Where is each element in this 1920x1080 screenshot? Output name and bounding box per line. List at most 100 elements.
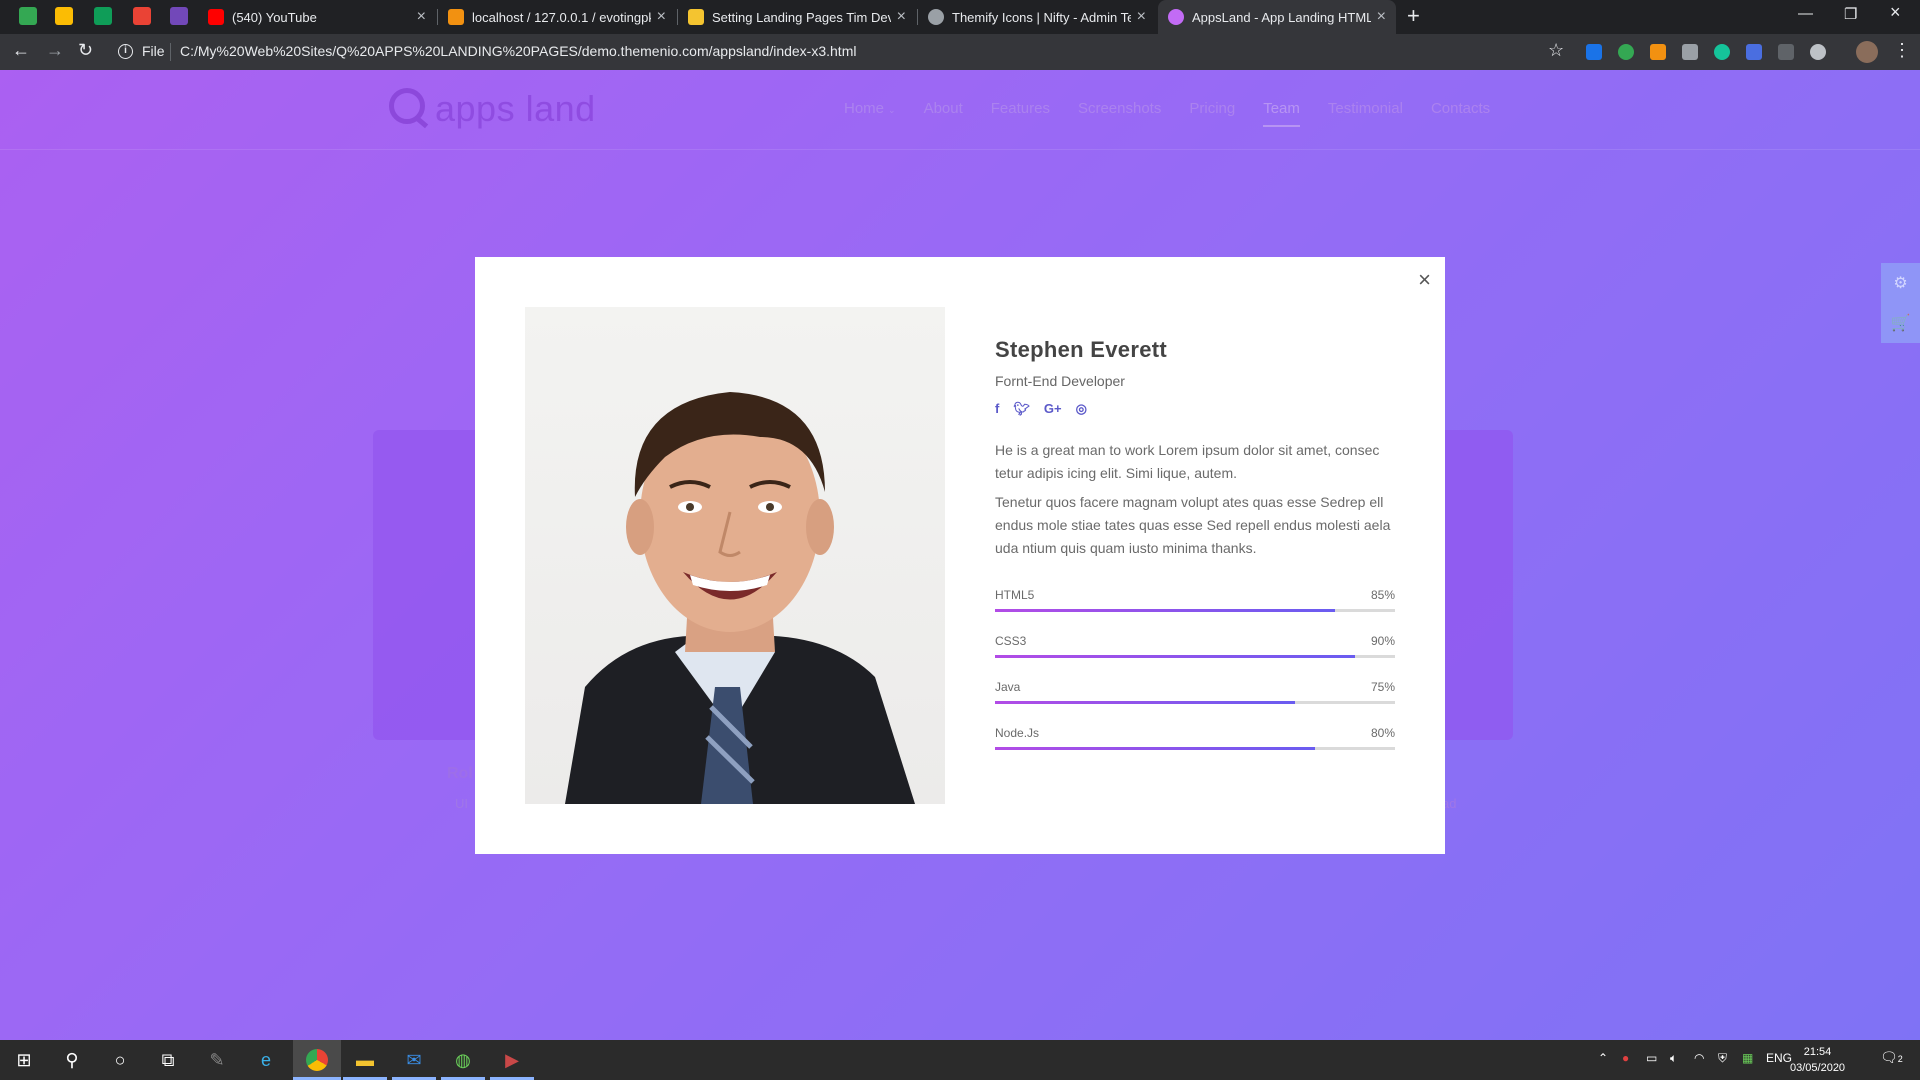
back-button[interactable]: ← xyxy=(12,40,30,61)
browser-tab-strip: (540) YouTube × localhost / 127.0.0.1 / … xyxy=(0,0,1920,34)
settings-gear-icon[interactable]: ⚙ xyxy=(1881,263,1920,303)
google-plus-icon[interactable]: G+ xyxy=(1044,401,1062,417)
pinned-tab-forms[interactable] xyxy=(170,7,188,25)
clock[interactable]: 21:54 03/05/2020 xyxy=(1790,1044,1845,1076)
skill-bar-track xyxy=(995,655,1395,658)
pinned-tab-sheets[interactable] xyxy=(19,7,37,25)
cortana-icon[interactable]: ○ xyxy=(108,1048,132,1072)
chrome-icon[interactable] xyxy=(305,1048,329,1072)
download-extension-icon[interactable] xyxy=(1746,44,1762,60)
tab-title: Themify Icons | Nifty - Admin Ter xyxy=(952,9,1131,25)
media-player-icon[interactable]: ▶ xyxy=(500,1048,524,1072)
skill-name: Node.Js xyxy=(995,726,1040,740)
globe-icon xyxy=(928,9,944,25)
extension-grey-icon[interactable] xyxy=(1682,44,1698,60)
url-field[interactable]: C:/My%20Web%20Sites/Q%20APPS%20LANDING%2… xyxy=(180,43,856,59)
extension-off-icon[interactable] xyxy=(1650,44,1666,60)
info-icon[interactable]: i xyxy=(118,44,133,59)
search-icon[interactable]: ⚲ xyxy=(60,1048,84,1072)
member-details: Stephen Everett Fornt-End Developer f 🐦︎… xyxy=(995,337,1395,772)
close-tab-icon[interactable]: × xyxy=(897,8,906,26)
mail-icon[interactable]: ✉ xyxy=(402,1048,426,1072)
extension-bulb-icon[interactable] xyxy=(1810,44,1826,60)
extension-dark-icon[interactable] xyxy=(1778,44,1794,60)
tab-themify[interactable]: Themify Icons | Nifty - Admin Ter × xyxy=(918,0,1156,34)
tab-setting-landing[interactable]: Setting Landing Pages Tim Devel × xyxy=(678,0,916,34)
address-separator xyxy=(170,43,171,61)
member-bio-2: Tenetur quos facere magnam volupt ates q… xyxy=(995,494,1391,556)
new-tab-button[interactable]: + xyxy=(1407,3,1420,29)
member-name: Stephen Everett xyxy=(995,337,1167,362)
profile-avatar[interactable] xyxy=(1856,41,1878,63)
extension-green-icon[interactable] xyxy=(1618,44,1634,60)
member-photo xyxy=(525,307,945,804)
appsland-icon xyxy=(1168,9,1184,25)
extension-new-icon[interactable] xyxy=(1586,44,1602,60)
windows-start-icon[interactable]: ⊞ xyxy=(12,1048,36,1072)
skill-bar-fill xyxy=(995,609,1335,612)
volume-icon[interactable]: 🔈︎ xyxy=(1670,1051,1677,1066)
globe-app-icon[interactable]: ◍ xyxy=(451,1048,475,1072)
close-tab-icon[interactable]: × xyxy=(417,8,426,26)
close-icon[interactable]: × xyxy=(1418,267,1431,293)
skills-list: HTML5 85% CSS3 90% Java 75% Node.Js 80% xyxy=(995,588,1395,750)
language-indicator[interactable]: ENG xyxy=(1766,1051,1792,1065)
tab-title: (540) YouTube xyxy=(232,9,317,25)
skill-bar-fill xyxy=(995,747,1315,750)
tab-appsland[interactable]: AppsLand - App Landing HTML T × xyxy=(1158,0,1396,34)
phpmyadmin-icon xyxy=(448,9,464,25)
file-explorer-icon[interactable]: ▬ xyxy=(353,1048,377,1072)
close-tab-icon[interactable]: × xyxy=(1377,8,1386,26)
skill-bar-track xyxy=(995,609,1395,612)
member-role: Fornt-End Developer xyxy=(995,373,1125,389)
facebook-icon[interactable]: f xyxy=(995,401,999,417)
youtube-icon xyxy=(208,9,224,25)
skill-bar-fill xyxy=(995,655,1355,658)
tab-youtube[interactable]: (540) YouTube × xyxy=(198,0,436,34)
tray-chevron-up-icon[interactable]: ⌃ xyxy=(1598,1051,1608,1065)
skill-value: 90% xyxy=(1370,634,1395,648)
pinned-tab-drive[interactable] xyxy=(55,7,73,25)
skill-name: CSS3 xyxy=(995,634,1027,648)
instagram-icon[interactable]: ◎ xyxy=(1076,401,1087,417)
cart-icon[interactable]: 🛒 xyxy=(1881,303,1920,343)
notifications-icon[interactable]: 🗨︎2 xyxy=(1880,1049,1903,1066)
battery-icon[interactable]: ▭ xyxy=(1646,1051,1657,1065)
grammarly-icon[interactable] xyxy=(1714,44,1730,60)
restore-button[interactable]: ❐ xyxy=(1844,5,1857,23)
notification-count: 2 xyxy=(1897,1054,1903,1064)
forward-button[interactable]: → xyxy=(46,40,64,61)
close-window-button[interactable]: × xyxy=(1890,2,1901,23)
skill-bar-fill xyxy=(995,701,1295,704)
skill-name: Java xyxy=(995,680,1021,694)
task-view-icon[interactable]: ⧉ xyxy=(156,1048,180,1072)
security-shield-icon[interactable]: ⛨ xyxy=(1718,1051,1727,1066)
pen-app-icon[interactable]: ✎ xyxy=(205,1048,229,1072)
clock-time: 21:54 xyxy=(1803,1046,1832,1058)
clock-date: 03/05/2020 xyxy=(1790,1062,1846,1074)
wifi-icon[interactable]: ◠ xyxy=(1694,1051,1704,1065)
close-tab-icon[interactable]: × xyxy=(657,8,666,26)
menu-kebab-icon[interactable]: ⋮ xyxy=(1893,40,1911,61)
skill-item: Node.Js 80% xyxy=(995,726,1395,750)
twitter-icon[interactable]: 🐦︎ xyxy=(1013,401,1030,417)
bookmark-star-icon[interactable]: ☆ xyxy=(1548,40,1564,61)
pinned-tab-gmail[interactable] xyxy=(133,7,151,25)
pinned-tab-sheets-2[interactable] xyxy=(94,7,112,25)
skill-bar-track xyxy=(995,747,1395,750)
tray-green-app-icon[interactable]: ▦ xyxy=(1742,1051,1753,1065)
edge-icon[interactable]: e xyxy=(254,1048,278,1072)
tab-localhost[interactable]: localhost / 127.0.0.1 / evotingpkl × xyxy=(438,0,676,34)
tray-red-app-icon[interactable]: ● xyxy=(1622,1051,1629,1065)
tab-title: Setting Landing Pages Tim Devel xyxy=(712,9,891,25)
skill-item: CSS3 90% xyxy=(995,634,1395,658)
skill-value: 75% xyxy=(1370,680,1395,694)
folder-icon xyxy=(688,9,704,25)
skill-value: 80% xyxy=(1370,726,1395,740)
reload-button[interactable]: ↻ xyxy=(78,40,93,61)
skill-value: 85% xyxy=(1370,588,1395,602)
close-tab-icon[interactable]: × xyxy=(1137,8,1146,26)
skill-item: Java 75% xyxy=(995,680,1395,704)
minimize-button[interactable]: — xyxy=(1798,5,1813,22)
website-viewport: apps land Home ⌄ About Features Screensho… xyxy=(0,70,1920,1040)
